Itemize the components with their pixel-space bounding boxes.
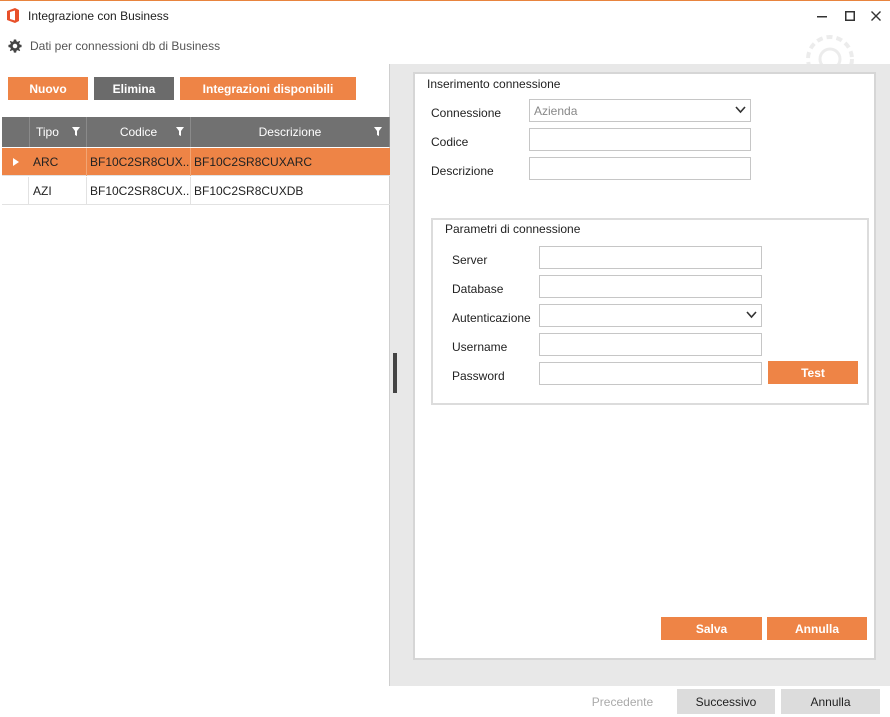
maximize-icon — [845, 11, 855, 21]
column-header-label: Descrizione — [258, 125, 322, 139]
minimize-icon — [817, 16, 827, 18]
window-title: Integrazione con Business — [28, 9, 169, 23]
right-panel: Inserimento connessione Connessione Azie… — [400, 64, 890, 686]
header-bar: Dati per connessioni db di Business — [0, 35, 890, 57]
connection-params-title: Parametri di connessione — [445, 222, 581, 236]
descrizione-label: Descrizione — [431, 164, 494, 178]
connessione-label: Connessione — [431, 106, 502, 120]
codice-input[interactable] — [529, 128, 751, 151]
database-input[interactable] — [539, 275, 762, 298]
connessione-selected-value: Azienda — [534, 103, 578, 118]
available-integrations-button[interactable]: Integrazioni disponibili — [180, 77, 356, 100]
gear-icon — [8, 39, 22, 53]
close-button[interactable] — [864, 5, 888, 27]
window: Integrazione con Business Dati per conne… — [0, 0, 890, 717]
form-cancel-button[interactable]: Annulla — [767, 617, 867, 640]
grid-header: Tipo Codice Descrizione — [2, 117, 390, 147]
row-indicator-header — [2, 117, 30, 147]
password-input[interactable] — [539, 362, 762, 385]
autenticazione-select[interactable] — [539, 304, 762, 327]
next-button[interactable]: Successivo — [677, 689, 775, 714]
column-header-label: Codice — [119, 125, 158, 139]
maximize-button[interactable] — [838, 5, 862, 27]
office-app-icon — [7, 8, 19, 23]
new-button[interactable]: Nuovo — [8, 77, 88, 100]
cell-tipo: AZI — [30, 177, 87, 205]
close-icon — [871, 11, 881, 21]
wizard-footer: Precedente Successivo Annulla — [0, 686, 890, 717]
row-indicator — [2, 177, 29, 205]
delete-button[interactable]: Elimina — [94, 77, 174, 100]
column-header-descrizione[interactable]: Descrizione — [191, 117, 390, 147]
panel-splitter[interactable] — [390, 64, 400, 686]
autenticazione-label: Autenticazione — [452, 311, 531, 325]
connection-group: Inserimento connessione Connessione Azie… — [413, 72, 876, 660]
save-button[interactable]: Salva — [661, 617, 762, 640]
cell-descrizione: BF10C2SR8CUXDB — [194, 184, 304, 198]
left-panel: Nuovo Elimina Integrazioni disponibili T… — [0, 64, 390, 686]
splitter-grip[interactable] — [393, 353, 397, 393]
background-gear-icon — [806, 35, 854, 69]
filter-icon[interactable] — [374, 127, 382, 136]
previous-button[interactable]: Precedente — [577, 689, 668, 714]
cell-descrizione: BF10C2SR8CUXARC — [194, 155, 313, 169]
database-label: Database — [452, 282, 504, 296]
connessione-select[interactable]: Azienda — [529, 99, 751, 122]
username-label: Username — [452, 340, 508, 354]
column-header-codice[interactable]: Codice — [87, 117, 191, 147]
test-button[interactable]: Test — [768, 361, 858, 384]
chevron-down-icon — [746, 311, 757, 319]
table-row[interactable]: ARC BF10C2SR8CUX... BF10C2SR8CUXARC — [2, 148, 390, 176]
connection-group-title: Inserimento connessione — [427, 77, 561, 91]
username-input[interactable] — [539, 333, 762, 356]
title-bar: Integrazione con Business — [0, 1, 890, 31]
minimize-button[interactable] — [810, 5, 834, 27]
cell-codice: BF10C2SR8CUX... — [87, 148, 191, 176]
table-row[interactable]: AZI BF10C2SR8CUX... BF10C2SR8CUXDB — [2, 177, 390, 205]
cell-codice: BF10C2SR8CUX... — [87, 177, 191, 205]
wizard-cancel-button[interactable]: Annulla — [781, 689, 880, 714]
cell-tipo: ARC — [30, 148, 87, 176]
chevron-down-icon — [735, 106, 746, 114]
codice-label: Codice — [431, 135, 469, 149]
column-header-tipo[interactable]: Tipo — [30, 117, 87, 147]
password-label: Password — [452, 369, 505, 383]
row-selected-arrow-icon — [2, 148, 29, 176]
filter-icon[interactable] — [72, 127, 80, 136]
column-header-label: Tipo — [36, 125, 59, 139]
descrizione-input[interactable] — [529, 157, 751, 180]
server-label: Server — [452, 253, 488, 267]
connection-params-group: Parametri di connessione Server Database… — [431, 218, 869, 405]
filter-icon[interactable] — [176, 127, 184, 136]
server-input[interactable] — [539, 246, 762, 269]
page-subtitle: Dati per connessioni db di Business — [30, 39, 221, 53]
